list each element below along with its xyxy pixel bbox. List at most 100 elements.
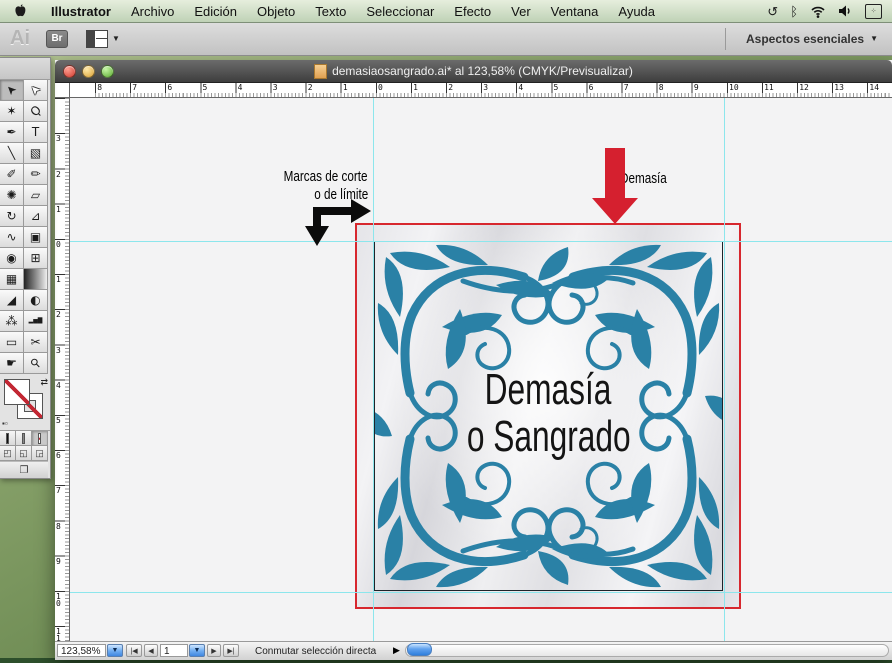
horizontal-scrollbar-thumb[interactable] <box>407 643 432 656</box>
ruler-label: 6 <box>167 84 172 91</box>
draw-normal-button[interactable]: ◰ <box>0 446 16 461</box>
red-bleed-arrow[interactable] <box>590 148 640 226</box>
artboard-tool[interactable]: ▭ <box>0 332 24 353</box>
menu-item[interactable]: Efecto <box>444 4 501 19</box>
guide-horizontal[interactable] <box>70 241 892 242</box>
status-menu-arrow-icon[interactable]: ▶ <box>393 645 400 656</box>
fill-swatch[interactable] <box>4 379 30 405</box>
zoom-tool[interactable]: ⚲ <box>24 353 48 374</box>
gradient-icon <box>22 433 25 444</box>
tool-icon: ▧ <box>30 147 41 159</box>
arrange-documents-button[interactable]: ▼ <box>86 30 120 48</box>
default-fill-stroke-icon[interactable]: ▪▫ <box>2 419 8 428</box>
none-button[interactable] <box>32 431 48 446</box>
guide-vertical[interactable] <box>373 98 374 641</box>
workspace-switcher[interactable]: Aspectos esenciales ▼ <box>725 28 892 50</box>
eyedropper-tool[interactable]: ◢ <box>0 290 24 311</box>
first-artboard-button[interactable]: |◀ <box>126 644 142 657</box>
menu-item[interactable]: Edición <box>184 4 247 19</box>
vertical-ruler[interactable]: 32101234567891 01 1 <box>55 98 70 641</box>
horizontal-scrollbar-track[interactable] <box>405 644 889 657</box>
menu-item[interactable]: Ayuda <box>608 4 665 19</box>
trim-box[interactable] <box>374 241 723 591</box>
next-artboard-button[interactable]: ▶ <box>207 644 221 657</box>
screen-mode-button[interactable]: ❐ <box>0 461 48 478</box>
bluetooth-icon[interactable]: ᛒ <box>790 5 798 18</box>
chevron-down-icon: ▼ <box>870 34 878 43</box>
swap-fill-stroke-icon[interactable]: ⇄ <box>40 377 48 388</box>
color-button[interactable] <box>0 431 16 446</box>
window-title-bar[interactable]: demasiaosangrado.ai* al 123,58% (CMYK/Pr… <box>55 60 892 83</box>
lasso-tool[interactable]: Ϙ <box>24 101 48 122</box>
blend-tool[interactable]: ◐ <box>24 290 48 311</box>
apple-menu[interactable] <box>14 4 27 18</box>
draw-inside-button[interactable]: ◲ <box>32 446 48 461</box>
rotate-tool[interactable]: ↻ <box>0 206 24 227</box>
tools-grid: ➤ ➤ ✶ Ϙ ✒ T ╲ <box>0 80 50 374</box>
menu-item[interactable]: Objeto <box>247 4 305 19</box>
menu-item[interactable]: Seleccionar <box>356 4 444 19</box>
ruler-corner[interactable] <box>55 83 70 98</box>
tool-icon: Ϙ <box>28 103 43 118</box>
direct-selection-tool[interactable]: ➤ <box>24 80 48 101</box>
paintbrush-tool[interactable]: ✐ <box>0 164 24 185</box>
go-to-bridge-button[interactable]: Br <box>46 30 68 48</box>
zoom-dropdown-button[interactable]: ▼ <box>107 644 123 657</box>
time-machine-icon[interactable]: ↺ <box>767 5 778 18</box>
type-tool[interactable]: T <box>24 122 48 143</box>
gradient-button[interactable] <box>16 431 32 446</box>
tool-icon: ⊿ <box>30 210 40 222</box>
selection-tool[interactable]: ➤ <box>0 80 24 101</box>
tool-icon: ✒ <box>6 126 16 138</box>
divider <box>725 28 726 50</box>
input-menu-icon[interactable]: ⁘ <box>865 4 882 19</box>
menu-item-illustrator[interactable]: Illustrator <box>41 4 121 19</box>
mesh-tool[interactable]: ▦ <box>0 269 24 290</box>
line-segment-tool[interactable]: ╲ <box>0 143 24 164</box>
pen-tool[interactable]: ✒ <box>0 122 24 143</box>
blob-brush-tool[interactable]: ✺ <box>0 185 24 206</box>
artboard-number-field[interactable]: 1 <box>160 644 188 657</box>
magic-wand-tool[interactable]: ✶ <box>0 101 24 122</box>
window-body: 32101234567891 01 1 <box>55 98 892 641</box>
scale-tool[interactable]: ⊿ <box>24 206 48 227</box>
menu-item[interactable]: Ventana <box>541 4 609 19</box>
ruler-label: 7 <box>132 84 137 91</box>
guide-vertical[interactable] <box>724 98 725 641</box>
volume-icon[interactable] <box>838 4 853 18</box>
previous-artboard-button[interactable]: ◀ <box>144 644 158 657</box>
gradient-tool[interactable] <box>24 269 48 290</box>
canvas[interactable]: Demasía o Sangrado Marcas de corte o de … <box>70 98 892 641</box>
slice-tool[interactable]: ✂ <box>24 332 48 353</box>
perspective-grid-tool[interactable]: ⊞ <box>24 248 48 269</box>
tools-panel-header[interactable] <box>0 58 50 80</box>
menu-item[interactable]: Archivo <box>121 4 184 19</box>
menu-item[interactable]: Texto <box>305 4 356 19</box>
ai-app-logo: Ai <box>10 27 30 50</box>
free-transform-tool[interactable]: ▣ <box>24 227 48 248</box>
black-elbow-arrow[interactable] <box>303 196 377 248</box>
guide-horizontal[interactable] <box>70 592 892 593</box>
ruler-label: 1 1 <box>56 628 61 641</box>
tools-panel: ➤ ➤ ✶ Ϙ ✒ T ╲ <box>0 57 51 479</box>
tool-icon: ◉ <box>6 252 16 264</box>
artboard-dropdown-button[interactable]: ▼ <box>189 644 205 657</box>
shape-builder-tool[interactable]: ◉ <box>0 248 24 269</box>
pencil-tool[interactable]: ✏ <box>24 164 48 185</box>
hand-tool[interactable]: ☛ <box>0 353 24 374</box>
horizontal-ruler[interactable]: 8765432101234567891011121314 <box>70 83 892 98</box>
eraser-tool[interactable]: ▱ <box>24 185 48 206</box>
symbol-sprayer-tool[interactable]: ⁂ <box>0 311 24 332</box>
ruler-label: 8 <box>659 84 664 91</box>
draw-behind-button[interactable]: ◱ <box>16 446 32 461</box>
rectangle-tool[interactable]: ▧ <box>24 143 48 164</box>
zoom-level-field[interactable]: 123,58% <box>57 644 106 657</box>
width-tool[interactable]: ∿ <box>0 227 24 248</box>
workspace-label: Aspectos esenciales <box>746 32 864 46</box>
ruler-label: 0 <box>378 84 383 91</box>
last-artboard-button[interactable]: ▶| <box>223 644 239 657</box>
wifi-icon[interactable] <box>810 4 826 18</box>
menu-item[interactable]: Ver <box>501 4 541 19</box>
ruler-label: 2 <box>448 84 453 91</box>
graph-tool[interactable]: ▂▅▇ <box>24 311 48 332</box>
